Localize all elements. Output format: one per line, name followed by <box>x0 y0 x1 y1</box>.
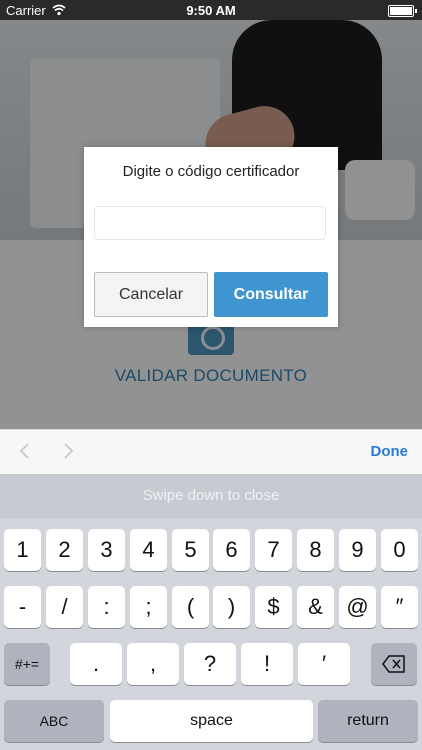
submit-button[interactable]: Consultar <box>214 272 328 317</box>
key-dollar[interactable]: $ <box>255 586 292 628</box>
key-7[interactable]: 7 <box>255 529 292 571</box>
battery-icon <box>388 5 417 17</box>
done-button[interactable]: Done <box>371 443 409 460</box>
key-8[interactable]: 8 <box>297 529 334 571</box>
key-double-quote[interactable]: ″ <box>381 586 418 628</box>
key-question[interactable]: ? <box>184 643 236 685</box>
chevron-left-icon[interactable] <box>16 442 34 460</box>
key-return[interactable]: return <box>318 700 418 742</box>
keyboard-toolbar: Done <box>0 429 422 474</box>
key-symbols-toggle[interactable]: #+= <box>4 643 50 685</box>
chevron-right-icon[interactable] <box>59 442 77 460</box>
key-at[interactable]: @ <box>339 586 376 628</box>
key-period[interactable]: . <box>70 643 122 685</box>
status-bar: Carrier 9:50 AM <box>0 0 422 20</box>
cancel-button[interactable]: Cancelar <box>94 272 208 317</box>
key-1[interactable]: 1 <box>4 529 41 571</box>
key-space[interactable]: space <box>110 700 313 742</box>
key-3[interactable]: 3 <box>88 529 125 571</box>
key-0[interactable]: 0 <box>381 529 418 571</box>
key-open-paren[interactable]: ( <box>172 586 209 628</box>
key-6[interactable]: 6 <box>213 529 250 571</box>
key-close-paren[interactable]: ) <box>213 586 250 628</box>
backspace-icon <box>382 655 405 673</box>
dialog-title: Digite o código certificador <box>122 163 300 180</box>
clock: 9:50 AM <box>186 3 236 18</box>
key-apostrophe[interactable]: ′ <box>298 643 350 685</box>
key-semicolon[interactable]: ; <box>130 586 167 628</box>
key-hyphen[interactable]: - <box>4 586 41 628</box>
key-9[interactable]: 9 <box>339 529 376 571</box>
key-slash[interactable]: / <box>46 586 83 628</box>
key-exclamation[interactable]: ! <box>241 643 293 685</box>
key-ampersand[interactable]: & <box>297 586 334 628</box>
key-abc[interactable]: ABC <box>4 700 104 742</box>
key-colon[interactable]: : <box>88 586 125 628</box>
backspace-key[interactable] <box>371 643 417 685</box>
keyboard-hint: Swipe down to close <box>0 474 422 518</box>
key-4[interactable]: 4 <box>130 529 167 571</box>
key-2[interactable]: 2 <box>46 529 83 571</box>
certificate-code-dialog: Digite o código certificador Cancelar Co… <box>84 147 338 327</box>
key-comma[interactable]: , <box>127 643 179 685</box>
certificate-code-input[interactable] <box>94 206 326 240</box>
key-5[interactable]: 5 <box>172 529 209 571</box>
